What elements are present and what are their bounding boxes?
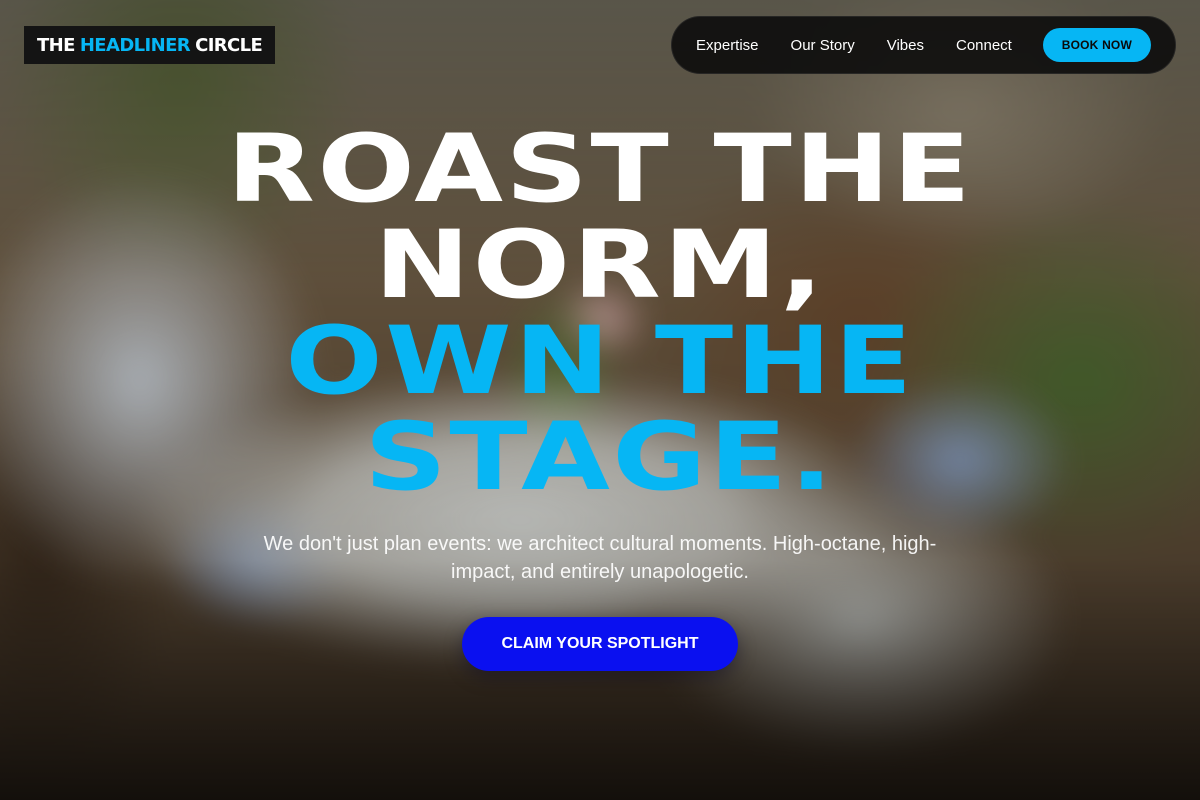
hero-subtitle: We don't just plan events: we architect … (263, 533, 937, 583)
logo-word-1: THE (37, 34, 75, 56)
hero-title-line-4: STAGE. (364, 403, 836, 512)
logo-word-3: CIRCLE (195, 34, 263, 56)
hero-title: ROAST THE NORM, OWN THE STAGE. (0, 122, 1200, 506)
nav-link-vibes[interactable]: Vibes (887, 37, 924, 54)
site-logo[interactable]: THE HEADLINER CIRCLE (24, 26, 276, 64)
hero-title-line-3: OWN THE (285, 307, 915, 416)
nav-link-our-story[interactable]: Our Story (791, 37, 855, 54)
nav-link-expertise[interactable]: Expertise (696, 37, 759, 54)
hero-title-line-2: NORM, (374, 211, 826, 320)
book-now-button[interactable]: BOOK NOW (1042, 28, 1151, 62)
hero-title-line-1: ROAST THE (226, 115, 974, 224)
logo-word-2: HEADLINER (79, 34, 191, 56)
nav-link-connect[interactable]: Connect (956, 37, 1012, 54)
claim-spotlight-button[interactable]: CLAIM YOUR SPOTLIGHT (462, 617, 738, 671)
main-nav: Expertise Our Story Vibes Connect BOOK N… (671, 16, 1176, 74)
